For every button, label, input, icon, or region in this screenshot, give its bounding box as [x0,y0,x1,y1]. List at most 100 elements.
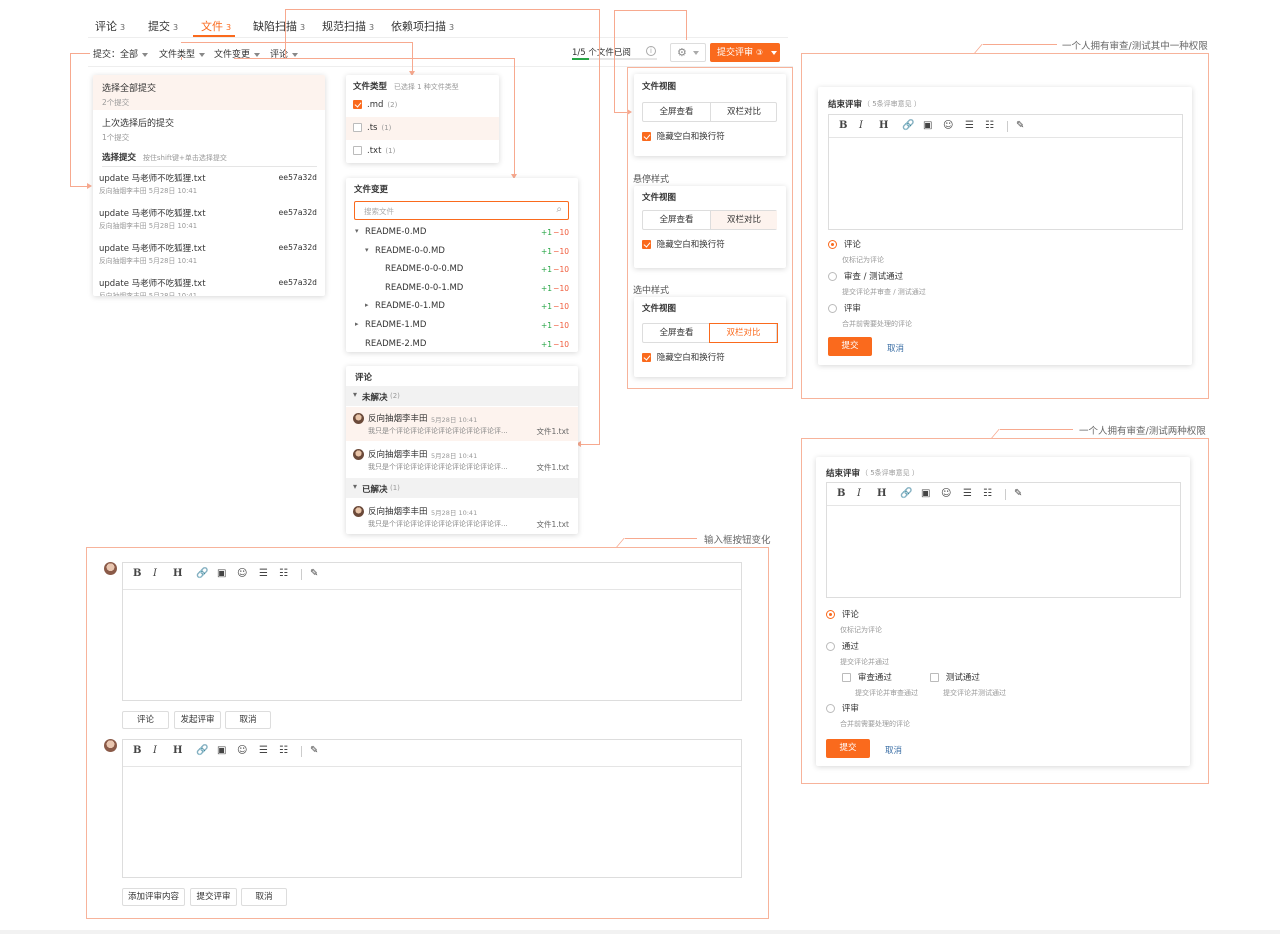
bold-icon[interactable]: B [839,120,847,131]
task-icon[interactable]: ✎ [1016,120,1024,131]
tab-commits[interactable]: 提交 3 [148,18,178,34]
italic-icon[interactable]: I [859,120,863,131]
cancel-link[interactable]: 取消 [885,744,902,756]
resolved-group-header[interactable]: ▾ 已解决 (1) [346,478,578,498]
bullet-list-icon[interactable]: ☰ [963,488,972,499]
chevron-down-icon[interactable]: ▾ [365,246,369,254]
file-type-option[interactable]: .md (2) [346,94,499,117]
bold-icon[interactable]: B [133,745,141,756]
filter-file-type[interactable]: 文件类型 [159,47,206,60]
checkbox[interactable] [642,132,651,141]
emoji-icon[interactable]: ☺ [941,488,951,499]
submit-button[interactable]: 提交 [826,739,870,758]
checkbox-review-pass[interactable]: 审查通过 提交评论并审查通过 [842,671,918,698]
info-icon[interactable]: i [646,46,656,56]
italic-icon[interactable]: I [857,488,861,499]
bullet-list-icon[interactable]: ☰ [259,568,268,579]
link-icon[interactable]: 🔗 [196,745,208,756]
file-tree-item[interactable]: ▸ README-1.MD +1 −10 [346,318,578,337]
radio-option-review[interactable]: 评审 合并前需要处理的评论 [826,702,910,729]
hide-whitespace-toggle[interactable]: 隐藏空白和换行符 [642,351,725,363]
cancel-link[interactable]: 取消 [887,342,904,354]
radio[interactable] [828,304,837,313]
bullet-list-icon[interactable]: ☰ [965,120,974,131]
radio[interactable] [828,240,837,249]
comment-item[interactable]: 反向抽烟李丰田 5月28日 10:41 我只是个评论评论评论评论评论评论评论评.… [346,443,578,477]
radio-option-comment[interactable]: 评论 仅标记为评论 [826,608,882,635]
file-type-option[interactable]: .ts (1) [346,117,499,140]
task-icon[interactable]: ✎ [310,745,318,756]
image-icon[interactable]: ▣ [923,120,932,131]
commit-item[interactable]: update 马老师不吃狐狸.txt ee57a32d 反向抽烟李丰田 5月28日 … [99,277,319,296]
end-review-editor[interactable]: B I H 🔗 ▣ ☺ ☰ ☷ ✎ [828,114,1183,230]
tab-dependency-scan[interactable]: 依赖项扫描 3 [391,18,454,34]
checkbox[interactable] [353,100,362,109]
tab-defect-scan[interactable]: 缺陷扫描 3 [253,18,305,34]
italic-icon[interactable]: I [153,568,157,579]
hide-whitespace-toggle[interactable]: 隐藏空白和换行符 [642,238,725,250]
numbered-list-icon[interactable]: ☷ [279,568,288,579]
link-icon[interactable]: 🔗 [196,568,208,579]
tab-comments[interactable]: 评论 3 [95,18,125,34]
fullscreen-view-button[interactable]: 全屏查看 [643,324,710,342]
link-icon[interactable]: 🔗 [900,488,912,499]
commit-item[interactable]: update 马老师不吃狐狸.txt ee57a32d 反向抽烟李丰田 5月28日 … [99,207,319,242]
link-icon[interactable]: 🔗 [902,120,914,131]
split-view-button[interactable]: 双栏对比 [710,211,777,229]
submit-review-button[interactable]: 提交评审 ③ [710,43,780,62]
heading-icon[interactable]: H [173,745,182,756]
filter-commit[interactable]: 提交：全部 [93,47,149,60]
radio[interactable] [826,704,835,713]
file-tree-item[interactable]: ▾ README-0.MD +1 −10 [346,225,578,244]
italic-icon[interactable]: I [153,745,157,756]
file-tree-item[interactable]: README-2.MD +1 −10 [346,337,578,356]
task-icon[interactable]: ✎ [1014,488,1022,499]
add-review-content-button[interactable]: 添加评审内容 [122,888,185,906]
submit-button[interactable]: 提交 [828,337,872,356]
numbered-list-icon[interactable]: ☷ [983,488,992,499]
end-review-editor[interactable]: B I H 🔗 ▣ ☺ ☰ ☷ ✎ [826,482,1181,598]
radio-option-comment[interactable]: 评论 仅标记为评论 [828,238,884,265]
radio-option-pass[interactable]: 通过 提交评论并通过 [826,640,889,667]
bullet-list-icon[interactable]: ☰ [259,745,268,756]
emoji-icon[interactable]: ☺ [237,745,247,756]
unresolved-group-header[interactable]: ▾ 未解决 (2) [346,386,578,406]
comment-item[interactable]: 反向抽烟李丰田 5月28日 10:41 我只是个评论评论评论评论评论评论评论评.… [346,407,578,441]
comment-editor[interactable]: B I H 🔗 ▣ ☺ ☰ ☷ ✎ [122,562,742,701]
checkbox-test-pass[interactable]: 测试通过 提交评论并测试通过 [930,671,1006,698]
hide-whitespace-toggle[interactable]: 隐藏空白和换行符 [642,130,725,142]
checkbox[interactable] [642,240,651,249]
numbered-list-icon[interactable]: ☷ [279,745,288,756]
checkbox[interactable] [353,146,362,155]
fullscreen-view-button[interactable]: 全屏查看 [643,211,710,229]
emoji-icon[interactable]: ☺ [237,568,247,579]
chevron-right-icon[interactable]: ▸ [365,301,369,309]
task-icon[interactable]: ✎ [310,568,318,579]
radio-option-pass[interactable]: 审查 / 测试通过 提交评论并审查 / 测试通过 [828,270,926,297]
file-type-option[interactable]: .txt (1) [346,140,499,163]
checkbox[interactable] [642,353,651,362]
file-tree-item[interactable]: ▸ README-0-1.MD +1 −10 [346,299,578,318]
fullscreen-view-button[interactable]: 全屏查看 [643,103,710,121]
checkbox[interactable] [353,123,362,132]
radio[interactable] [826,642,835,651]
cancel-button[interactable]: 取消 [241,888,287,906]
image-icon[interactable]: ▣ [921,488,930,499]
settings-button[interactable]: ⚙ [670,43,706,62]
review-editor[interactable]: B I H 🔗 ▣ ☺ ☰ ☷ ✎ [122,739,742,878]
image-icon[interactable]: ▣ [217,568,226,579]
commit-item[interactable]: update 马老师不吃狐狸.txt ee57a32d 反向抽烟李丰田 5月28日 … [99,172,319,207]
file-search-input[interactable]: 搜索文件 ⌕ [354,201,569,220]
commit-option-since-last[interactable]: 上次选择后的提交 1个提交 [93,111,325,145]
chevron-right-icon[interactable]: ▸ [355,320,359,328]
comment-button[interactable]: 评论 [122,711,169,729]
radio-option-review[interactable]: 评审 合并前需要处理的评论 [828,302,912,329]
emoji-icon[interactable]: ☺ [943,120,953,131]
comment-item[interactable]: 反向抽烟李丰田 5月28日 10:41 我只是个评论评论评论评论评论评论评论评.… [346,500,578,534]
cancel-button[interactable]: 取消 [225,711,271,729]
checkbox[interactable] [930,673,939,682]
chevron-down-icon[interactable]: ▾ [355,227,359,235]
radio[interactable] [826,610,835,619]
bold-icon[interactable]: B [133,568,141,579]
file-tree-item[interactable]: README-0-0-1.MD +1 −10 [346,281,578,300]
